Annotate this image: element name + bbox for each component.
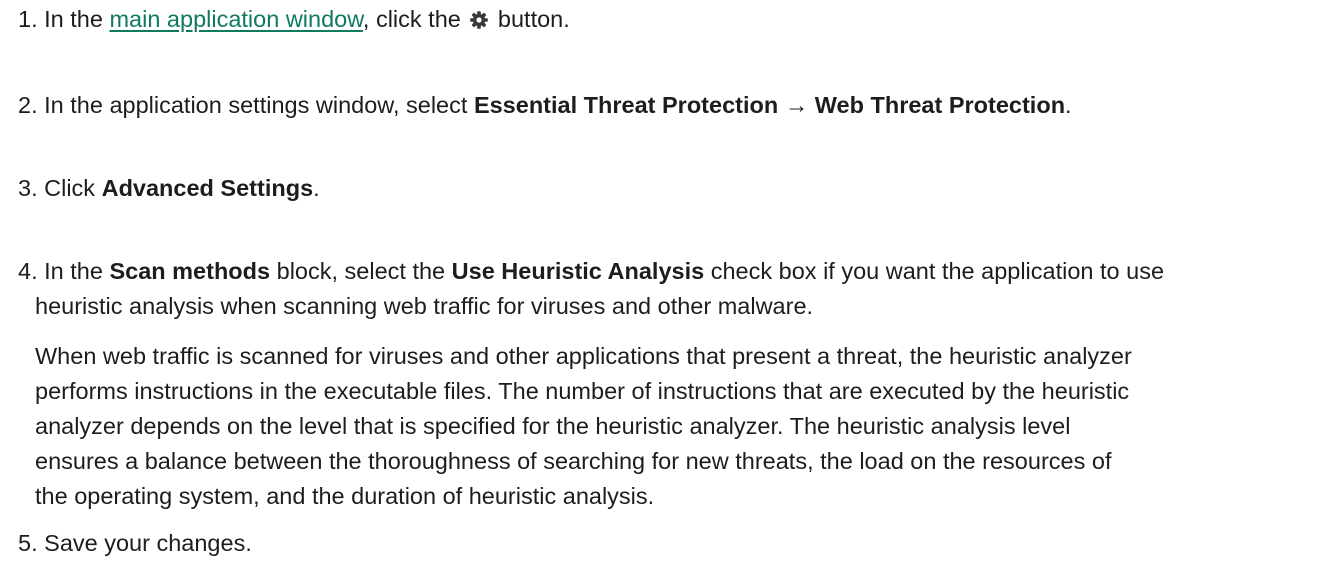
instructions-page: 1. In the main application window, click… <box>0 0 1339 561</box>
note-line: performs instructions in the executable … <box>35 378 1130 404</box>
step-3-text-post: . <box>313 175 320 201</box>
essential-threat-protection-label: Essential Threat Protection <box>473 92 779 118</box>
advanced-settings-label: Advanced Settings <box>101 175 314 201</box>
step-1-number: 1. <box>18 6 38 32</box>
web-threat-protection-label: Web Threat Protection <box>814 92 1066 118</box>
gear-icon <box>469 10 489 30</box>
step-1: 1. In the main application window, click… <box>18 2 1331 37</box>
step-5-text: Save your changes. <box>44 530 252 556</box>
step-3-number: 3. <box>18 175 38 201</box>
step-1-text-post: button. <box>491 6 570 32</box>
step-4-text-pre: In the <box>44 258 110 284</box>
step-4-number: 4. <box>18 258 38 284</box>
use-heuristic-analysis-label: Use Heuristic Analysis <box>451 258 705 284</box>
step-4-text-post-line1: check box if you want the application to… <box>704 258 1165 284</box>
step-1-text-pre: In the <box>44 6 110 32</box>
heuristic-analysis-note: When web traffic is scanned for viruses … <box>35 339 1331 514</box>
step-1-text-mid: , click the <box>362 6 468 32</box>
step-2: 2. In the application settings window, s… <box>18 88 1331 123</box>
step-2-text-post: . <box>1065 92 1072 118</box>
note-line: the operating system, and the duration o… <box>35 483 655 509</box>
step-3-text-pre: Click <box>44 175 102 201</box>
step-4-text-mid: block, select the <box>270 258 452 284</box>
step-4-text-post-line2: heuristic analysis when scanning web tra… <box>35 293 814 319</box>
arrow-separator: → <box>778 92 815 118</box>
step-4: 4. In the Scan methods block, select the… <box>18 254 1331 324</box>
step-5: 5. Save your changes. <box>18 526 1331 561</box>
note-line: analyzer depends on the level that is sp… <box>35 413 1071 439</box>
step-2-number: 2. <box>18 92 38 118</box>
step-2-text-pre: In the application settings window, sele… <box>44 92 474 118</box>
main-application-window-link[interactable]: main application window <box>109 6 362 32</box>
note-line: When web traffic is scanned for viruses … <box>35 343 1132 369</box>
step-5-number: 5. <box>18 530 38 556</box>
step-3: 3. Click Advanced Settings. <box>18 171 1331 206</box>
scan-methods-label: Scan methods <box>109 258 271 284</box>
note-line: ensures a balance between the thoroughne… <box>35 448 1112 474</box>
